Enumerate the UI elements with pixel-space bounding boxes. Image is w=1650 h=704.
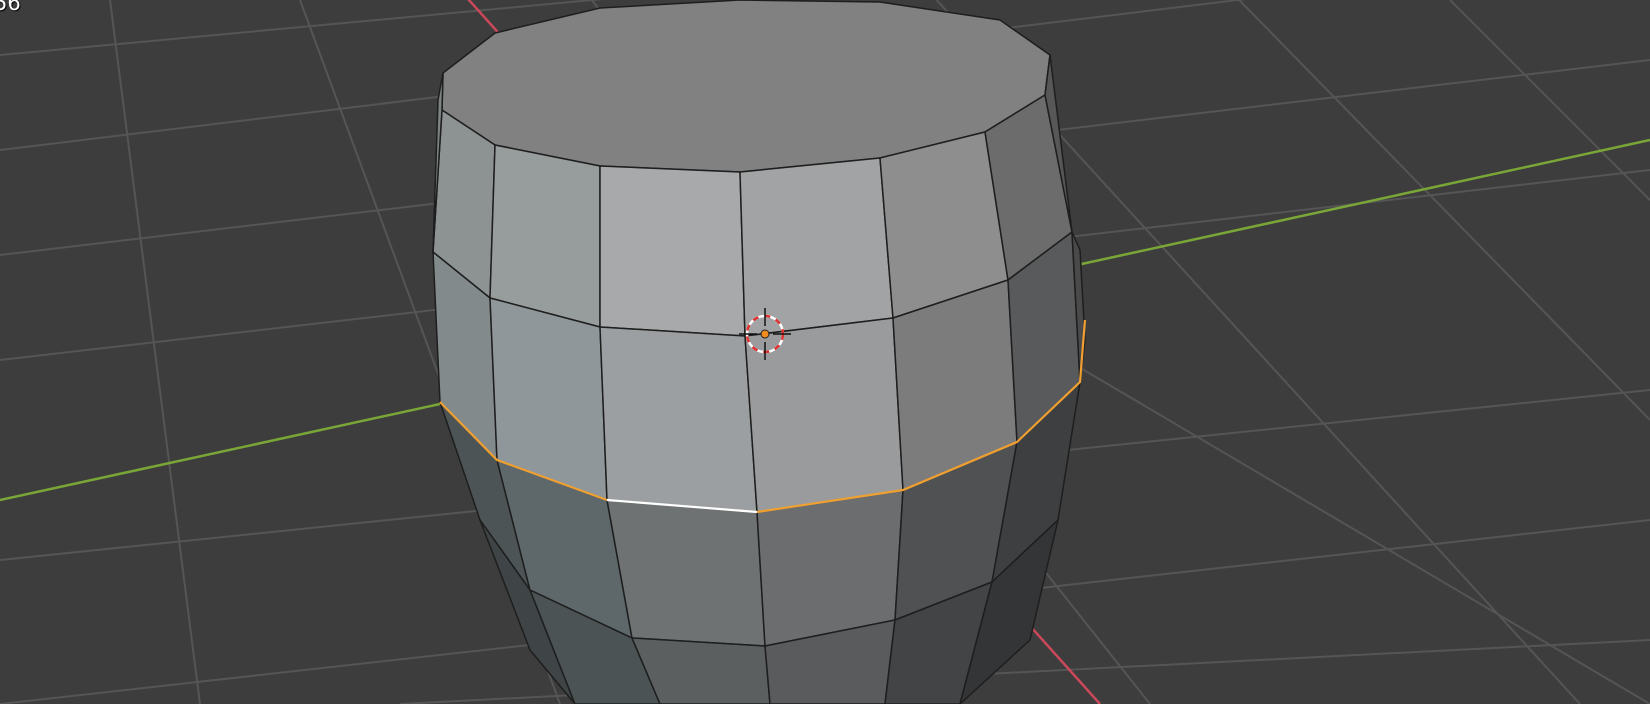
- barrel-face: [599, 165, 746, 337]
- barrel-face: [599, 326, 758, 513]
- viewport-overlay-counter: 56: [0, 0, 21, 15]
- origin-dot-icon: [760, 329, 770, 339]
- viewport-canvas[interactable]: [0, 0, 1650, 704]
- barrel-face: [606, 499, 766, 647]
- barrel-face: [739, 157, 894, 337]
- barrel-face: [489, 144, 601, 328]
- 3d-viewport[interactable]: 56: [0, 0, 1650, 704]
- barrel-face: [744, 317, 904, 513]
